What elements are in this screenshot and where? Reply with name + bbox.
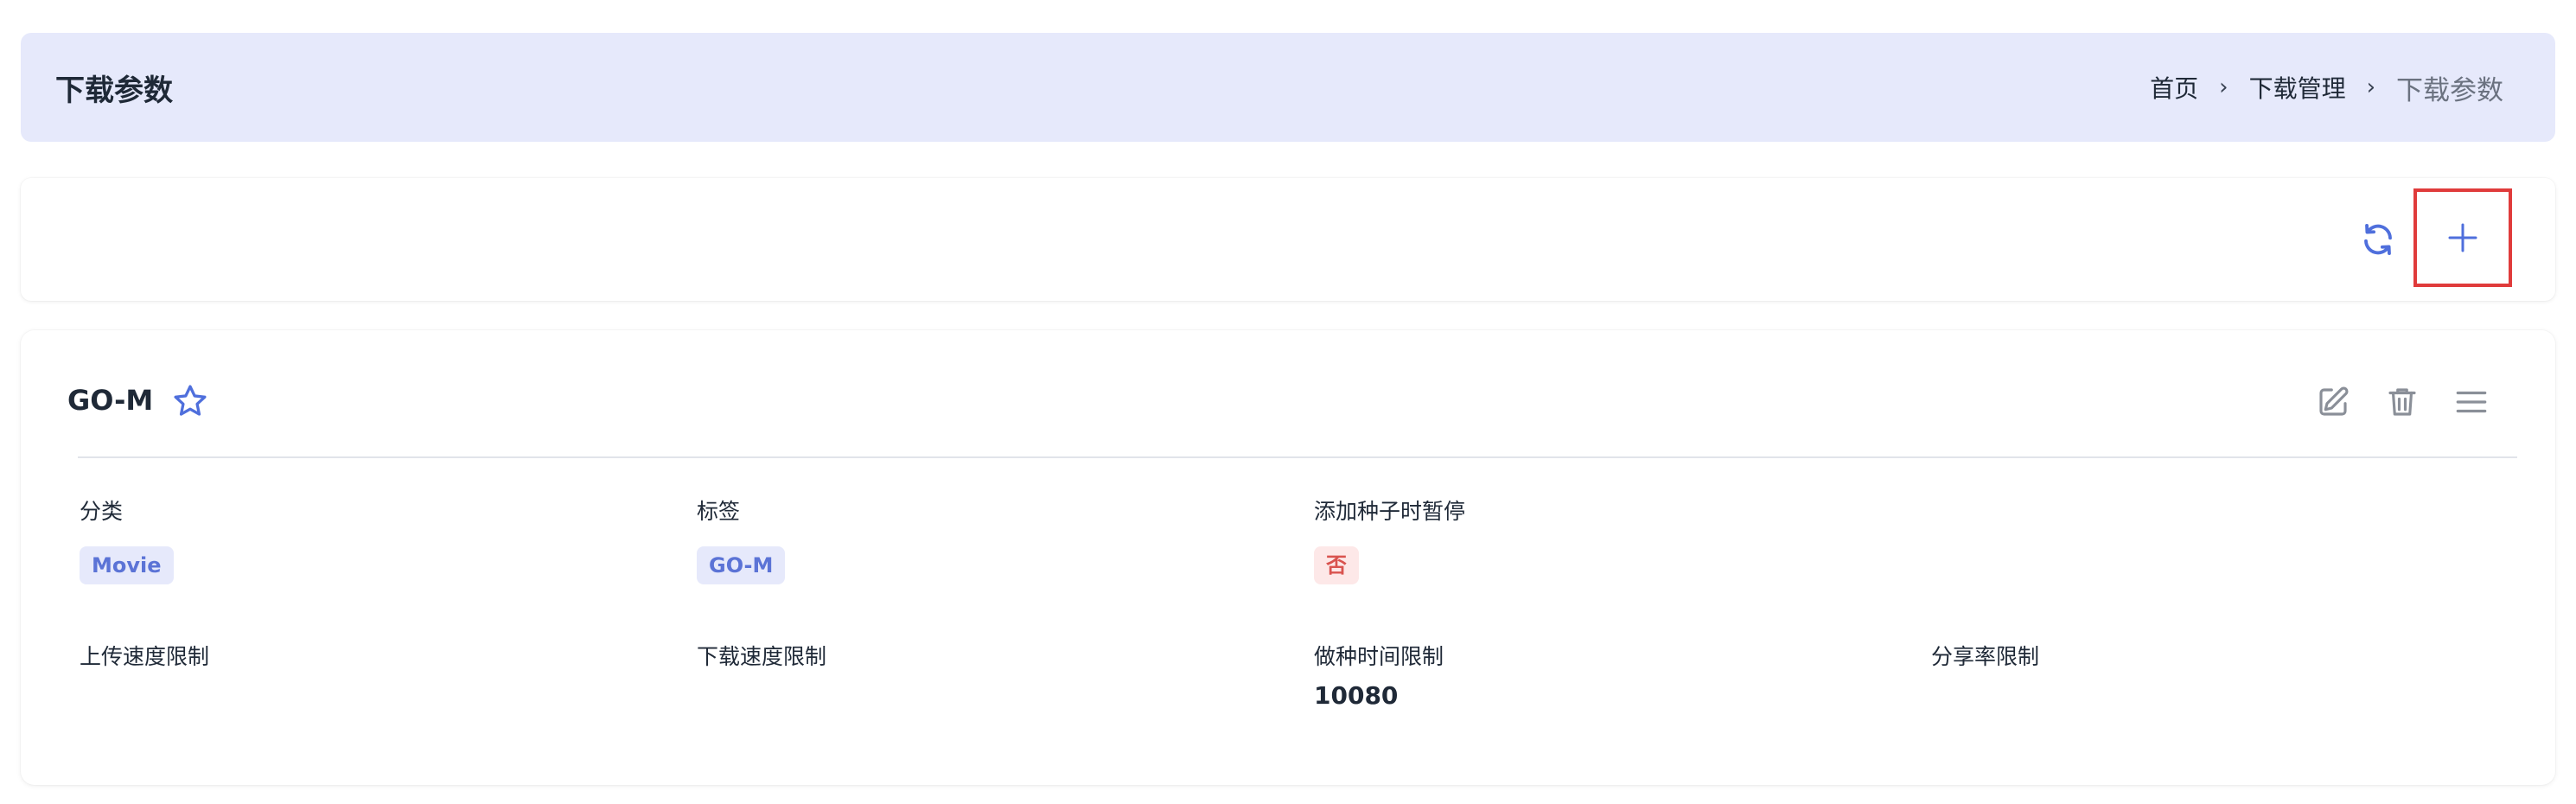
pause-on-add-badge: 否 — [1314, 546, 1359, 584]
menu-button[interactable] — [2452, 382, 2491, 422]
upload-limit-label: 上传速度限制 — [80, 644, 210, 669]
chevron-right-icon: › — [2219, 74, 2228, 100]
tags-label: 标签 — [697, 499, 741, 524]
edit-button[interactable] — [2313, 382, 2353, 422]
delete-icon — [2388, 388, 2416, 416]
toolbar — [21, 178, 2555, 301]
seeding-time-limit-label: 做种时间限制 — [1314, 644, 1444, 669]
chevron-right-icon: › — [2366, 74, 2375, 100]
pause-on-add-label: 添加种子时暂停 — [1314, 499, 1466, 524]
breadcrumb-home[interactable]: 首页 — [2150, 70, 2198, 105]
tag-badge: GO-M — [697, 546, 786, 584]
star-icon[interactable] — [171, 382, 209, 420]
category-badge: Movie — [80, 546, 174, 584]
divider — [78, 456, 2517, 458]
breadcrumb: 首页 › 下载管理 › 下载参数 — [2150, 68, 2503, 107]
plus-icon — [2448, 223, 2477, 252]
breadcrumb-download-management[interactable]: 下载管理 — [2249, 70, 2346, 105]
delete-button[interactable] — [2382, 382, 2422, 422]
card-title: GO-M — [67, 384, 154, 417]
breadcrumb-current: 下载参数 — [2396, 74, 2503, 106]
download-limit-label: 下载速度限制 — [697, 644, 827, 669]
page-title: 下载参数 — [55, 73, 173, 108]
download-profile-card: GO-M 分类 Movie 标签 GO-M 添加种子时暂停 否 上传速度限制 下… — [21, 330, 2555, 785]
menu-icon — [2456, 391, 2487, 413]
category-label: 分类 — [80, 499, 124, 524]
seeding-time-limit-value: 10080 — [1314, 681, 1399, 710]
refresh-button[interactable] — [2356, 218, 2400, 261]
refresh-icon — [2364, 223, 2392, 256]
page-header: 下载参数 首页 › 下载管理 › 下载参数 — [21, 33, 2555, 142]
edit-icon — [2319, 386, 2349, 416]
ratio-limit-label: 分享率限制 — [1931, 644, 2040, 669]
add-button[interactable] — [2413, 188, 2512, 287]
